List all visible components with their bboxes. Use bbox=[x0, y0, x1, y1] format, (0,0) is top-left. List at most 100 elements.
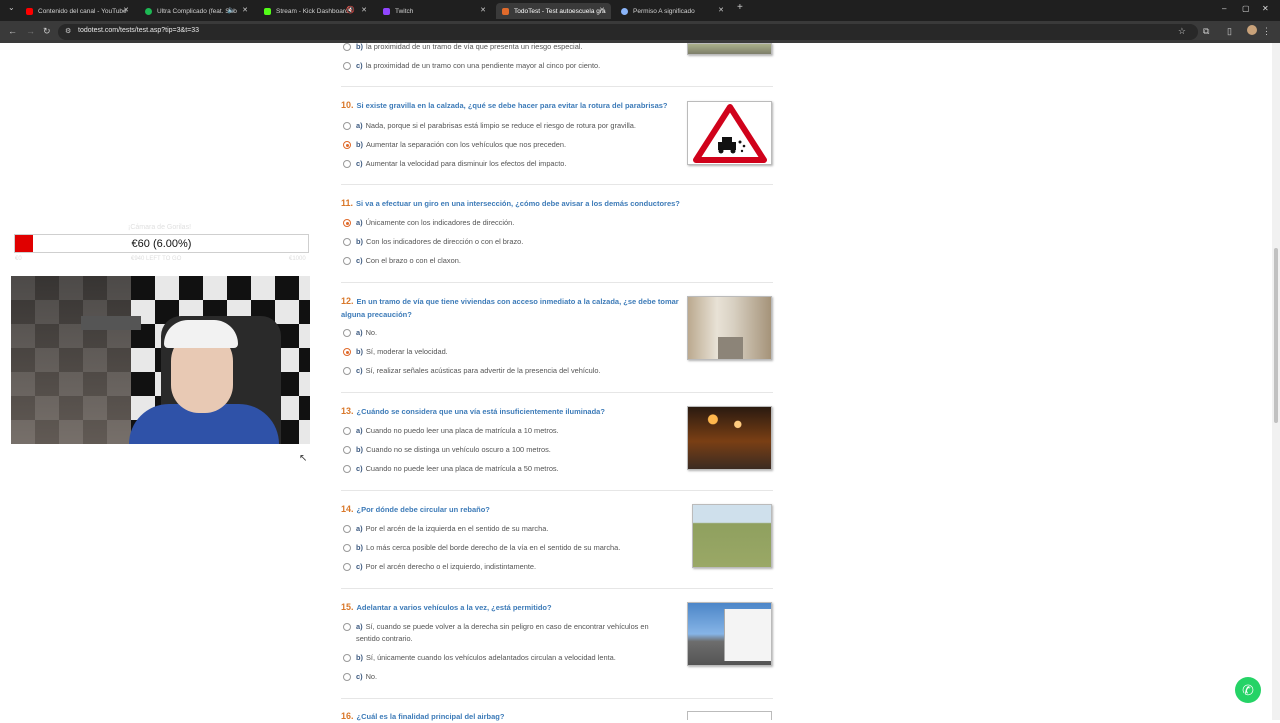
reload-icon[interactable]: ↻ bbox=[43, 26, 51, 37]
close-icon[interactable]: ✕ bbox=[123, 6, 129, 14]
tab-twitch[interactable]: Twitch ✕ bbox=[377, 3, 492, 19]
question-title: 10. Si existe gravilla en la calzada, ¿qu… bbox=[341, 100, 668, 110]
forward-icon[interactable]: → bbox=[26, 26, 35, 36]
todotest-icon bbox=[502, 7, 509, 15]
option-12a[interactable]: a) No. bbox=[343, 327, 673, 339]
question-15-image bbox=[687, 602, 772, 666]
radio-button[interactable] bbox=[343, 446, 351, 454]
option-11b[interactable]: b) Con los indicadores de dirección o con… bbox=[343, 236, 673, 248]
sidebar-icon[interactable]: ▯ bbox=[1227, 26, 1232, 37]
browser-toolbar: ← → ↻ ⚙ todotest.com/tests/test.asp?tip=… bbox=[0, 21, 1280, 43]
option-9b[interactable]: b) la proximidad de un tramo de vía que p… bbox=[343, 41, 673, 53]
bookmark-star-icon[interactable]: ☆ bbox=[1178, 26, 1186, 37]
webcam-feed bbox=[11, 276, 310, 444]
option-14a[interactable]: a) Por el arcén de la izquierda en el sen… bbox=[343, 523, 673, 535]
radio-button[interactable] bbox=[343, 673, 351, 681]
goal-max: €1000 bbox=[289, 256, 306, 262]
question-12-image bbox=[687, 296, 772, 360]
tab-google[interactable]: Permiso A significado ✕ bbox=[615, 3, 730, 19]
option-14b[interactable]: b) Lo más cerca posible del borde derecho… bbox=[343, 542, 673, 554]
back-icon[interactable]: ← bbox=[8, 26, 17, 36]
option-15b[interactable]: b) Sí, únicamente cuando los vehículos ad… bbox=[343, 652, 673, 664]
radio-button[interactable] bbox=[343, 43, 351, 51]
radio-button[interactable] bbox=[343, 367, 351, 375]
tab-spotify[interactable]: Ultra Complicado (feat. Seb 🔈 ✕ bbox=[139, 3, 254, 19]
option-11c[interactable]: c) Con el brazo o con el claxon. bbox=[343, 255, 673, 267]
option-10b[interactable]: b) Aumentar la separación con los vehícul… bbox=[343, 139, 673, 151]
option-10c[interactable]: c) Aumentar la velocidad para disminuir l… bbox=[343, 158, 673, 170]
option-12b[interactable]: b) Sí, moderar la velocidad. bbox=[343, 346, 673, 358]
youtube-icon bbox=[26, 7, 33, 15]
radio-button[interactable] bbox=[343, 62, 351, 70]
radio-button[interactable] bbox=[343, 329, 351, 337]
close-icon[interactable]: ✕ bbox=[480, 6, 486, 14]
tab-label: Twitch bbox=[395, 7, 414, 15]
whatsapp-icon[interactable]: ✆ bbox=[1235, 677, 1261, 703]
question-title: 11. Si va a efectuar un giro en una inter… bbox=[341, 198, 680, 208]
tab-label: Permiso A significado bbox=[633, 7, 695, 15]
radio-button[interactable] bbox=[343, 257, 351, 265]
url-text[interactable]: todotest.com/tests/test.asp?tip=3&t=33 bbox=[78, 27, 199, 34]
radio-button[interactable] bbox=[343, 563, 351, 571]
question-16-image bbox=[687, 711, 772, 720]
tab-youtube[interactable]: Contenido del canal - YouTube ✕ bbox=[20, 3, 135, 19]
radio-button[interactable] bbox=[343, 525, 351, 533]
close-window-icon[interactable]: ✕ bbox=[1262, 4, 1269, 13]
close-icon[interactable]: ✕ bbox=[242, 6, 248, 14]
radio-button[interactable] bbox=[343, 465, 351, 473]
divider bbox=[341, 282, 773, 283]
menu-icon[interactable]: ⋮ bbox=[1262, 26, 1271, 37]
option-14c[interactable]: c) Por el arcén derecho o el izquierdo, i… bbox=[343, 561, 673, 573]
option-13a[interactable]: a) Cuando no puedo leer una placa de matr… bbox=[343, 425, 673, 437]
donation-goal-bar: €60 (6.00%) bbox=[14, 234, 309, 253]
close-icon[interactable]: ✕ bbox=[599, 6, 605, 14]
speaker-icon[interactable]: 🔈 bbox=[227, 6, 236, 14]
minimize-icon[interactable]: – bbox=[1222, 4, 1226, 13]
radio-button[interactable] bbox=[343, 160, 351, 168]
option-12c[interactable]: c) Sí, realizar señales acústicas para ad… bbox=[343, 365, 673, 377]
radio-button[interactable] bbox=[343, 122, 351, 130]
question-title: 12. En un tramo de vía que tiene vivienda… bbox=[341, 296, 679, 319]
close-icon[interactable]: ✕ bbox=[361, 6, 367, 14]
scrollbar-thumb[interactable] bbox=[1274, 248, 1278, 423]
question-9-image bbox=[687, 43, 772, 55]
muted-speaker-icon[interactable]: 🔇 bbox=[346, 6, 355, 14]
radio-button[interactable] bbox=[343, 427, 351, 435]
option-15a[interactable]: a) Sí, cuando se puede volver a la derech… bbox=[343, 621, 673, 645]
radio-button[interactable] bbox=[343, 544, 351, 552]
close-icon[interactable]: ✕ bbox=[718, 6, 724, 14]
option-10a[interactable]: a) Nada, porque si el parabrisas está lim… bbox=[343, 120, 673, 132]
option-15c[interactable]: c) No. bbox=[343, 671, 673, 683]
new-tab-icon[interactable]: + bbox=[737, 2, 743, 13]
question-title: 13. ¿Cuándo se considera que una vía está… bbox=[341, 406, 605, 416]
tab-kick[interactable]: Stream - Kick Dashboard 🔇 ✕ bbox=[258, 3, 373, 19]
maximize-icon[interactable]: ▢ bbox=[1242, 4, 1250, 13]
radio-button[interactable] bbox=[343, 654, 351, 662]
question-11: 11. Si va a efectuar un giro en una inter… bbox=[341, 197, 773, 210]
radio-button-selected[interactable] bbox=[343, 219, 351, 227]
spotify-icon bbox=[145, 7, 152, 15]
option-9c[interactable]: c) la proximidad de un tramo con una pend… bbox=[343, 60, 673, 72]
radio-button-selected[interactable] bbox=[343, 348, 351, 356]
site-info-icon[interactable]: ⚙ bbox=[65, 27, 71, 35]
tab-label: TodoTest - Test autoescuela gra bbox=[514, 7, 606, 15]
extensions-icon[interactable]: ⧉ bbox=[1203, 26, 1209, 37]
tab-todotest[interactable]: TodoTest - Test autoescuela gra ✕ bbox=[496, 3, 611, 19]
page-scrollbar[interactable] bbox=[1272, 43, 1280, 720]
profile-avatar[interactable] bbox=[1247, 25, 1257, 35]
gravel-warning-sign-icon bbox=[693, 104, 767, 163]
radio-button[interactable] bbox=[343, 238, 351, 246]
mouse-cursor-icon: ↖ bbox=[299, 453, 308, 464]
question-title: 15. Adelantar a varios vehículos a la vez… bbox=[341, 602, 552, 612]
option-13b[interactable]: b) Cuando no se distinga un vehículo oscu… bbox=[343, 444, 673, 456]
radio-button-selected[interactable] bbox=[343, 141, 351, 149]
divider bbox=[341, 490, 773, 491]
tab-label: Ultra Complicado (feat. Seb bbox=[157, 7, 237, 15]
radio-button[interactable] bbox=[343, 623, 351, 631]
tab-search-icon[interactable]: ⌄ bbox=[8, 3, 15, 12]
option-11a[interactable]: a) Únicamente con los indicadores de dire… bbox=[343, 217, 673, 229]
address-bar[interactable]: ⚙ todotest.com/tests/test.asp?tip=3&t=33… bbox=[58, 24, 1198, 40]
divider bbox=[341, 392, 773, 393]
tab-bar: ⌄ Contenido del canal - YouTube ✕ Ultra … bbox=[0, 0, 1280, 21]
option-13c[interactable]: c) Cuando no puede leer una placa de matr… bbox=[343, 463, 673, 475]
